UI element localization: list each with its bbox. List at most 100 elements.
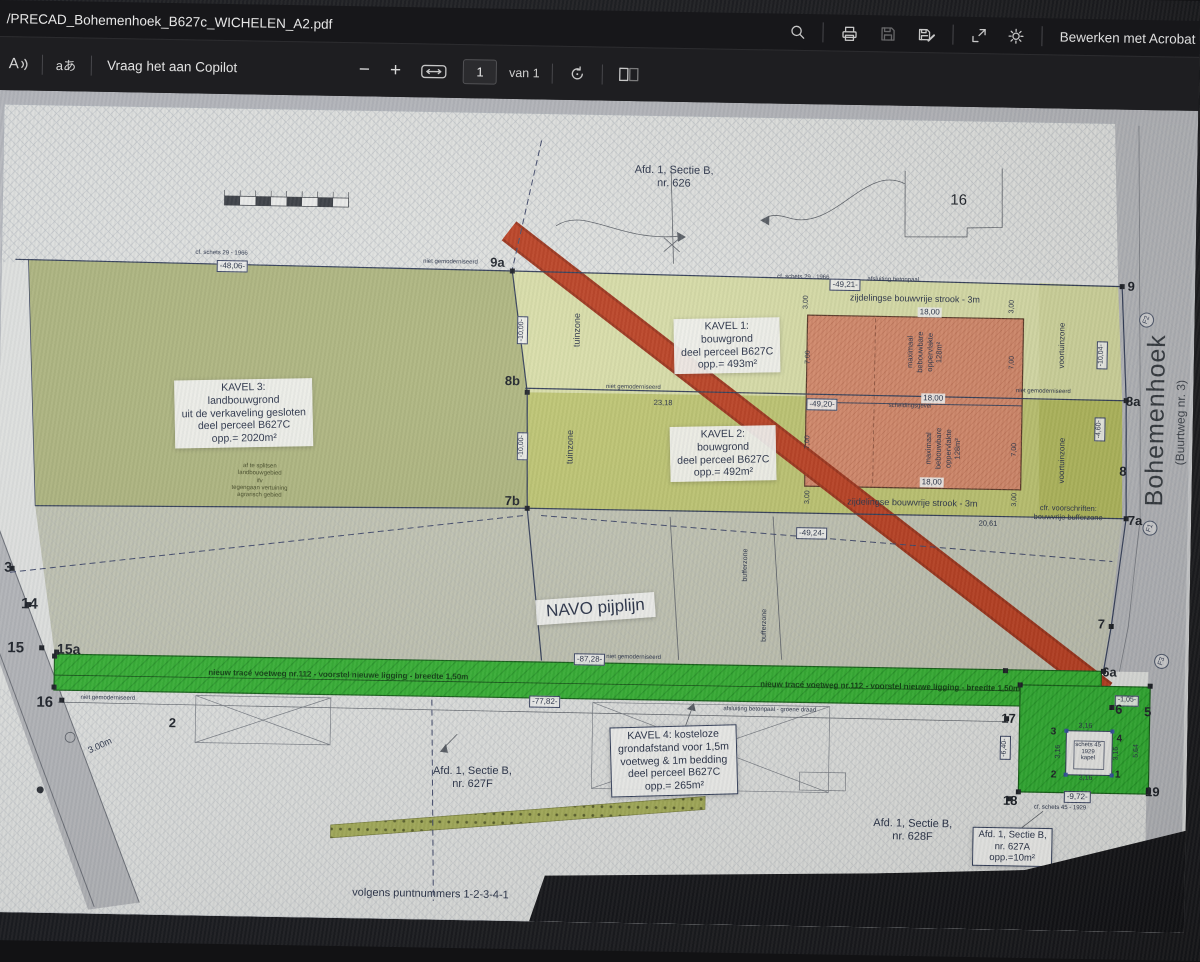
point-14: 14 xyxy=(21,595,38,614)
meas-3-00-b: 3,00 xyxy=(1008,300,1017,314)
meas-3-16-top: 3,16 xyxy=(1079,723,1093,732)
zoom-in-label: + xyxy=(390,61,401,80)
meas-49-20: -49,20- xyxy=(806,398,838,410)
label-navo: NAVO pijplijn xyxy=(535,592,655,625)
save-as-button[interactable] xyxy=(914,21,940,46)
expand-icon xyxy=(971,27,987,43)
point-6a: 6a xyxy=(1102,664,1117,680)
meas-10-04: -10,04- xyxy=(1096,341,1107,369)
meas-87-28: -87,28- xyxy=(574,653,606,665)
point-6: 6 xyxy=(1115,702,1123,718)
meas-3-00-d: 3,00 xyxy=(1011,493,1020,507)
toolbar-right-group: Bewerken met Acrobat xyxy=(786,19,1200,51)
label-kavel-1: KAVEL 1: bouwgrond deel perceel B627C op… xyxy=(673,317,780,374)
point-7a: 7a xyxy=(1128,513,1143,529)
label-afd-626: Afd. 1, Sectie B, nr. 626 xyxy=(634,164,713,192)
flag-f2: F2 xyxy=(1137,311,1156,330)
rotate-button[interactable] xyxy=(564,61,589,86)
zoom-in-button[interactable]: + xyxy=(386,57,406,84)
page-count-label: van 1 xyxy=(509,65,540,80)
translate-button[interactable]: aあ xyxy=(52,51,81,78)
label-kavel-4: KAVEL 4: kosteloze grondafstand voor 1,5… xyxy=(609,724,738,797)
point-8a: 8a xyxy=(1126,394,1141,410)
meas-6-40: -6,40- xyxy=(1000,735,1011,759)
flag-f1: F1 xyxy=(1140,519,1159,538)
settings-button[interactable] xyxy=(1003,23,1028,48)
point-9: 9 xyxy=(1127,279,1135,295)
label-tuinzone-2: tuinzone xyxy=(565,430,577,464)
label-kapel: schets 45 1929 kapel xyxy=(1075,742,1101,762)
print-button[interactable] xyxy=(837,20,863,45)
zoom-out-button[interactable]: − xyxy=(355,56,375,83)
point-n3: 3 xyxy=(1050,726,1056,738)
point-15: 15 xyxy=(7,639,24,658)
divider xyxy=(953,25,954,45)
ask-copilot-button[interactable]: Vraag het aan Copilot xyxy=(103,54,241,79)
label-street-name: Bohemenhoek xyxy=(1139,334,1173,507)
fullscreen-button[interactable] xyxy=(967,23,991,47)
two-page-view-icon xyxy=(618,67,638,82)
point-n4: 4 xyxy=(1116,734,1122,746)
label-footpath-left: nieuw tracé voetweg nr.112 - voorstel ni… xyxy=(208,668,468,682)
save-button[interactable] xyxy=(876,21,901,46)
label-agrar-note: af te splitsen landbouwgebied ifv tegeng… xyxy=(231,463,288,501)
label-max-opp-2: maximaal bebouwbare oppervlakte 128m² xyxy=(923,428,963,470)
meas-7-00-a: 7,00 xyxy=(805,350,814,364)
meas-7-00-c: 7,00 xyxy=(1008,356,1017,370)
meas-9-72: -9,72- xyxy=(1064,791,1091,803)
meas-18-00-top: 18,00 xyxy=(918,307,942,317)
flag-f3: F3 xyxy=(1152,652,1171,671)
label-footpath-right: nieuw tracé voetweg nr.112 - voorstel ni… xyxy=(760,679,1020,693)
divider xyxy=(551,63,552,83)
fit-width-button[interactable] xyxy=(417,59,451,84)
label-tuinzone-1: tuinzone xyxy=(572,313,584,347)
label-bufferzone-1: bufferzone xyxy=(742,549,751,582)
edit-acrobat-button[interactable]: Bewerken met Acrobat xyxy=(1055,25,1199,51)
meas-48-06: -48,06- xyxy=(217,260,249,272)
gear-icon xyxy=(1008,27,1025,44)
page-view-button[interactable] xyxy=(614,63,642,86)
label-buffer-note: cfr. voorschriften: bouwvrije bufferzone xyxy=(1034,503,1103,522)
page-input[interactable] xyxy=(463,59,497,85)
point-15a: 15a xyxy=(57,641,81,658)
read-aloud-button[interactable]: A xyxy=(5,51,33,76)
label-voortuin-2: voortuinzone xyxy=(1057,438,1068,484)
meas-7-00-d: 7,00 xyxy=(1011,443,1020,457)
meas-23-18: 23,18 xyxy=(654,398,673,407)
label-kavel-3: KAVEL 3: landbouwgrond uit de verkavelin… xyxy=(174,378,314,448)
meas-3m-road: 3.00m xyxy=(86,736,113,757)
point-9a: 9a xyxy=(490,255,505,271)
divider xyxy=(42,54,43,74)
fit-width-icon xyxy=(421,63,447,79)
meas-7-00-b: 7,00 xyxy=(804,435,813,449)
label-schets29-a: cf. schets 29 - 1966 xyxy=(195,250,247,258)
meas-49-24: -49,24- xyxy=(796,527,828,539)
label-afd-627f: Afd. 1, Sectie B, nr. 627F xyxy=(433,765,512,792)
label-scheidingsgevel: scheidingsgevel xyxy=(889,403,932,411)
point-7b: 7b xyxy=(505,493,520,509)
label-niet-gemod-1: niet gemoderniseerd xyxy=(423,259,478,267)
search-icon xyxy=(790,24,806,40)
point-5: 5 xyxy=(1144,704,1152,720)
label-bufferzone-2: bufferzone xyxy=(761,609,770,642)
point-17: 17 xyxy=(1001,711,1016,727)
label-voortuin-1: voortuinzone xyxy=(1057,323,1068,369)
meas-3-16-left: 3,16 xyxy=(1055,745,1064,759)
point-2-parcel: 2 xyxy=(169,715,177,731)
label-afsluiting-bottom: afsluiting betonpaal - groene draad xyxy=(723,706,816,715)
point-16-big: 16 xyxy=(950,191,967,210)
translate-label: aあ xyxy=(56,55,77,74)
label-puntnummers: volgens puntnummers 1-2-3-4-1 xyxy=(352,887,509,903)
meas-18-00-bot: 18,00 xyxy=(920,477,944,487)
meas-49-21: -49,21- xyxy=(829,279,861,291)
label-strook-top: zijdelingse bouwvrije strook - 3m xyxy=(850,292,980,305)
label-niet-gemod-3: niet gemoderniseerd xyxy=(1016,388,1071,396)
search-button[interactable] xyxy=(786,20,810,44)
photographed-screen: /PRECAD_Bohemenhoek_B627c_WICHELEN_A2.pd… xyxy=(0,0,1200,933)
point-7: 7 xyxy=(1098,616,1106,632)
label-schets29-b: cf. schets 29 - 1966 xyxy=(777,274,829,282)
point-8b: 8b xyxy=(505,373,520,389)
point-n2: 2 xyxy=(1051,769,1057,781)
label-kavel-2: KAVEL 2: bouwgrond deel perceel B627C op… xyxy=(670,425,777,482)
label-niet-gemod-4: niet gemoderniseerd xyxy=(80,695,135,703)
